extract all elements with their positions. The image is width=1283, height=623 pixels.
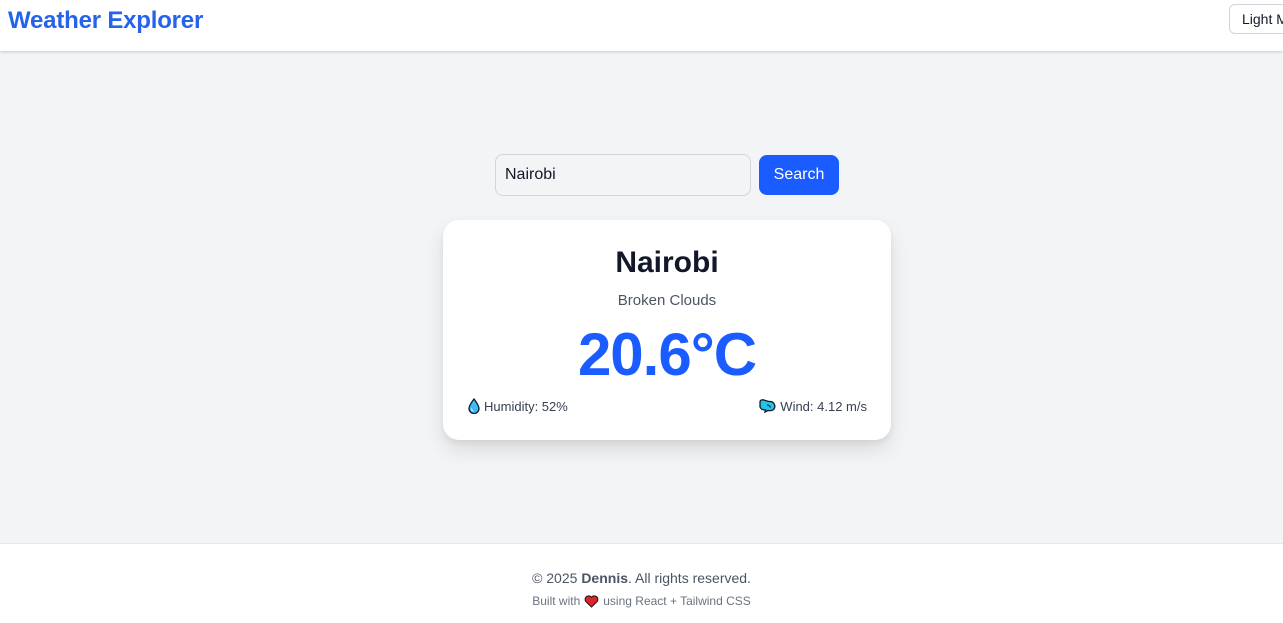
copyright-suffix: . All rights reserved. xyxy=(628,570,751,586)
heart-icon xyxy=(584,594,599,608)
weather-card: Nairobi Broken Clouds 20.6°C Humidity: 5… xyxy=(443,220,891,440)
weather-description: Broken Clouds xyxy=(617,292,717,309)
wind-label: Wind: 4.12 m/s xyxy=(780,398,867,414)
main-content: Search Nairobi Broken Clouds 20.6°C Humi… xyxy=(0,51,1283,543)
page-footer: © 2025 Dennis. All rights reserved. Buil… xyxy=(0,543,1283,623)
built-prefix: Built with xyxy=(532,594,581,608)
copyright-text: © 2025 Dennis. All rights reserved. xyxy=(0,570,1283,586)
city-search-input[interactable] xyxy=(495,154,751,196)
built-with-text: Built with using React + Tailwind CSS xyxy=(0,594,1283,608)
wind-stat: Wind: 4.12 m/s xyxy=(758,398,867,414)
search-bar: Search xyxy=(495,154,839,196)
app-title: Weather Explorer xyxy=(8,7,204,34)
built-suffix: using React + Tailwind CSS xyxy=(603,594,751,608)
city-name: Nairobi xyxy=(615,246,719,279)
app-header: Weather Explorer Light Mode xyxy=(0,0,1283,51)
temperature: 20.6°C xyxy=(577,321,757,388)
theme-toggle-button[interactable]: Light Mode xyxy=(1229,4,1283,34)
droplet-icon xyxy=(468,398,480,414)
wind-icon xyxy=(759,399,776,414)
search-button[interactable]: Search xyxy=(759,155,839,195)
humidity-label: Humidity: 52% xyxy=(484,398,568,414)
humidity-stat: Humidity: 52% xyxy=(467,398,568,414)
copyright-prefix: © 2025 xyxy=(532,570,578,586)
author-name: Dennis xyxy=(581,570,628,586)
